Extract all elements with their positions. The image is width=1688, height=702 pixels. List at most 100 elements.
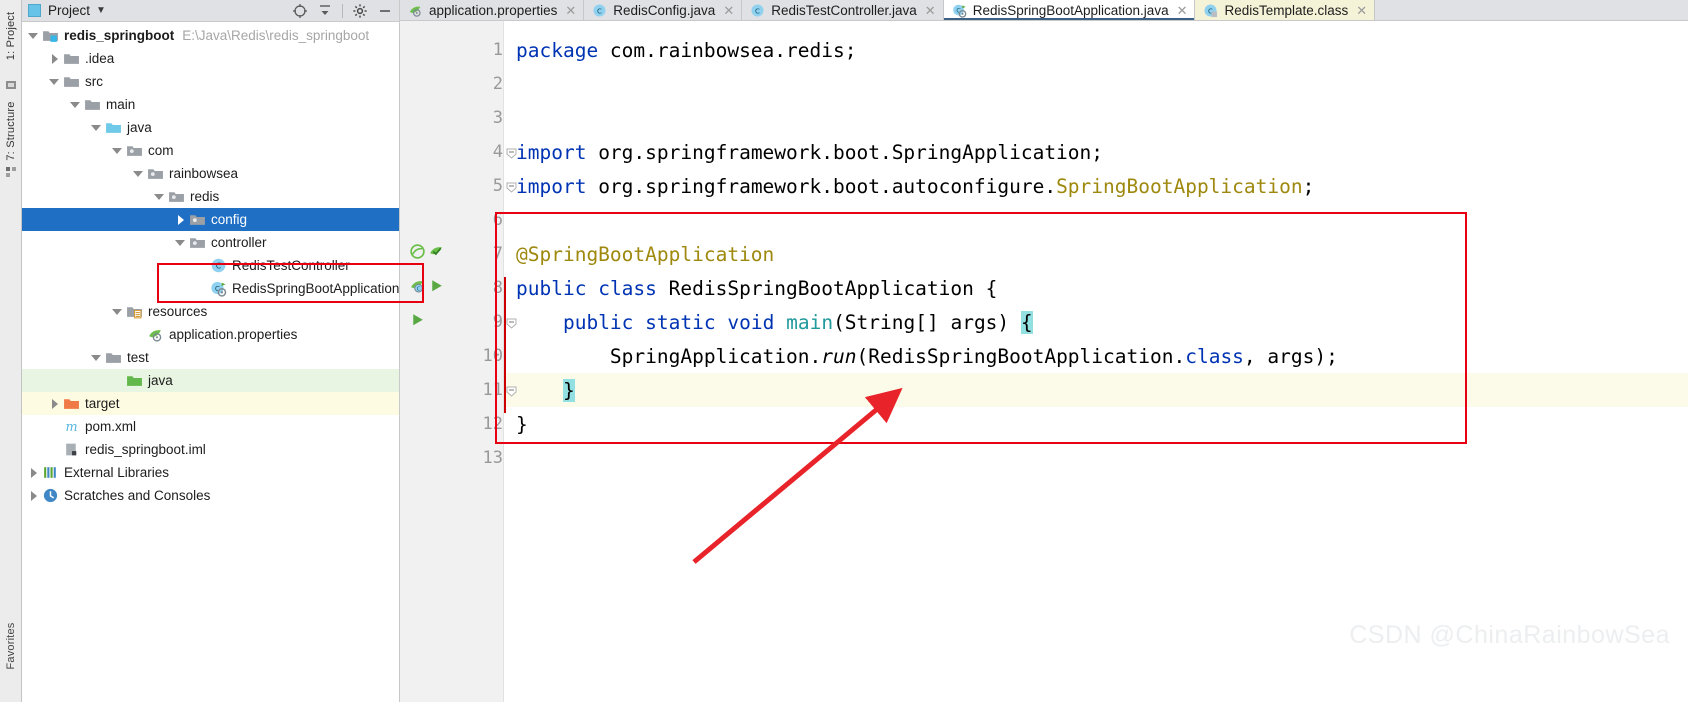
- code-line-11[interactable]: }: [504, 373, 1688, 407]
- code-line-3[interactable]: [504, 101, 1688, 135]
- gutter-line-6[interactable]: 6: [399, 203, 503, 237]
- code-line-1[interactable]: package com.rainbowsea.redis;: [504, 33, 1688, 67]
- gutter-line-3[interactable]: 3: [399, 101, 503, 135]
- code-fold-marker-icon[interactable]: [506, 384, 517, 397]
- tree-node-test[interactable]: test: [22, 346, 399, 369]
- tree-node-main[interactable]: main: [22, 93, 399, 116]
- gutter-line-5[interactable]: 5: [399, 169, 503, 203]
- gutter-line-11[interactable]: 11: [399, 373, 503, 407]
- locate-icon[interactable]: [292, 3, 308, 19]
- gutter-line-7[interactable]: 7: [399, 237, 503, 271]
- gutter-line-4[interactable]: 4: [399, 135, 503, 169]
- tool-tab-project[interactable]: 1: Project: [5, 0, 17, 72]
- gutter-line-13[interactable]: 13: [399, 441, 503, 475]
- project-view-dropdown-caret[interactable]: ▼: [96, 5, 106, 16]
- code-line-5[interactable]: import org.springframework.boot.autoconf…: [504, 169, 1688, 203]
- gutter-line-1[interactable]: 1: [399, 33, 503, 67]
- tree-node-application-properties[interactable]: application.properties: [22, 323, 399, 346]
- tree-node-external-libraries[interactable]: External Libraries: [22, 461, 399, 484]
- tree-expander-open-icon[interactable]: [131, 166, 147, 182]
- code-line-10[interactable]: SpringApplication. run (RedisSpringBootApp…: [504, 339, 1688, 373]
- hide-icon[interactable]: [377, 3, 393, 19]
- tree-node-rainbowsea[interactable]: rainbowsea: [22, 162, 399, 185]
- gutter-icons[interactable]: C: [405, 277, 469, 299]
- tree-node-scratches-and-consoles[interactable]: Scratches and Consoles: [22, 484, 399, 507]
- code-line-13[interactable]: [504, 441, 1688, 475]
- code-line-6[interactable]: [504, 203, 1688, 237]
- tree-node-config[interactable]: config: [22, 208, 399, 231]
- tool-tab-structure[interactable]: 7: Structure: [5, 89, 17, 173]
- code-fold-marker-icon[interactable]: [506, 180, 517, 193]
- tree-node-target[interactable]: target: [22, 392, 399, 415]
- iml-file-icon: [63, 441, 80, 458]
- code-line-12[interactable]: }: [504, 407, 1688, 441]
- code-fold-marker-icon[interactable]: [506, 146, 517, 159]
- tree-expander-open-icon[interactable]: [47, 74, 63, 90]
- tree-node-redis[interactable]: redis: [22, 185, 399, 208]
- tree-expander-open-icon[interactable]: [152, 189, 168, 205]
- editor-tab-redisconfig-java[interactable]: C RedisConfig.java ✕: [584, 0, 743, 20]
- settings-gear-icon[interactable]: [352, 3, 368, 19]
- editor-gutter[interactable]: 1 2 3 4 5 6 7 C 8 9 10 11 12 13: [400, 21, 504, 702]
- tree-node-src[interactable]: src: [22, 70, 399, 93]
- line-number: 11: [482, 380, 503, 400]
- tree-expander-open-icon[interactable]: [110, 143, 126, 159]
- tree-expander-open-icon[interactable]: [89, 350, 105, 366]
- gutter-line-9[interactable]: 9: [399, 305, 503, 339]
- editor-tab-redisspringbootapplication-java[interactable]: C RedisSpringBootApplication.java ✕: [943, 0, 1196, 20]
- gutter-line-8[interactable]: C8: [399, 271, 503, 305]
- code-line-9[interactable]: public static void main (String[] args) {: [504, 305, 1688, 339]
- folder-icon: [63, 50, 80, 67]
- tree-expander-open-icon[interactable]: [89, 120, 105, 136]
- editor-tab-redistestcontroller-java[interactable]: C RedisTestController.java ✕: [742, 0, 944, 20]
- tree-node-java[interactable]: java: [22, 369, 399, 392]
- tree-node-redistestcontroller[interactable]: C RedisTestController: [22, 254, 399, 277]
- tree-node-label: java: [127, 119, 152, 135]
- tree-node-controller[interactable]: controller: [22, 231, 399, 254]
- tree-node--idea[interactable]: .idea: [22, 47, 399, 70]
- tree-node-redis-springboot[interactable]: redis_springboot E:\Java\Redis\redis_spri…: [22, 24, 399, 47]
- editor-tab-redistemplate-class[interactable]: C RedisTemplate.class ✕: [1195, 0, 1376, 20]
- line-number: 7: [492, 244, 503, 264]
- spring-bean-candidate-icon[interactable]: [409, 243, 426, 265]
- gutter-line-10[interactable]: 10: [399, 339, 503, 373]
- tree-expander-open-icon[interactable]: [173, 235, 189, 251]
- code-line-7[interactable]: @SpringBootApplication: [504, 237, 1688, 271]
- tree-expander-closed-icon[interactable]: [173, 212, 189, 228]
- code-fold-marker-icon[interactable]: [506, 316, 517, 329]
- editor-tab-application-properties[interactable]: application.properties ✕: [400, 0, 585, 20]
- tree-node-pom-xml[interactable]: m pom.xml: [22, 415, 399, 438]
- tool-tab-favorites[interactable]: Favorites: [5, 607, 17, 685]
- gutter-icons[interactable]: [405, 243, 469, 265]
- close-icon[interactable]: ✕: [925, 4, 936, 17]
- close-icon[interactable]: ✕: [1177, 4, 1188, 17]
- run-arrow-icon[interactable]: [409, 311, 426, 333]
- collapse-all-icon[interactable]: [317, 3, 333, 19]
- tree-node-resources[interactable]: resources: [22, 300, 399, 323]
- tree-node-java[interactable]: java: [22, 116, 399, 139]
- tree-expander-closed-icon[interactable]: [47, 51, 63, 67]
- tree-node-com[interactable]: com: [22, 139, 399, 162]
- tree-node-redis-springboot-iml[interactable]: redis_springboot.iml: [22, 438, 399, 461]
- code-line-4[interactable]: import org.springframework.boot.SpringAp…: [504, 135, 1688, 169]
- tree-expander-closed-icon[interactable]: [26, 465, 42, 481]
- spring-config-check-icon[interactable]: [428, 243, 445, 265]
- tree-expander-closed-icon[interactable]: [26, 488, 42, 504]
- code-line-8[interactable]: public class RedisSpringBootApplication …: [504, 271, 1688, 305]
- code-token: package: [516, 38, 599, 62]
- gutter-line-2[interactable]: 2: [399, 67, 503, 101]
- code-line-2[interactable]: [504, 67, 1688, 101]
- tree-expander-closed-icon[interactable]: [47, 396, 63, 412]
- tree-node-redisspringbootapplication[interactable]: C RedisSpringBootApplication: [22, 277, 399, 300]
- spring-boot-app-icon[interactable]: C: [409, 277, 426, 299]
- gutter-line-12[interactable]: 12: [399, 407, 503, 441]
- gutter-icons[interactable]: [405, 311, 469, 333]
- tree-expander-open-icon[interactable]: [68, 97, 84, 113]
- close-icon[interactable]: ✕: [1356, 4, 1367, 17]
- close-icon[interactable]: ✕: [723, 4, 734, 17]
- run-arrow-icon[interactable]: [428, 277, 445, 299]
- tree-expander-open-icon[interactable]: [110, 304, 126, 320]
- close-icon[interactable]: ✕: [565, 4, 576, 17]
- editor-code-pane[interactable]: package com.rainbowsea.redis; import org.…: [504, 21, 1688, 702]
- tree-expander-open-icon[interactable]: [26, 28, 42, 44]
